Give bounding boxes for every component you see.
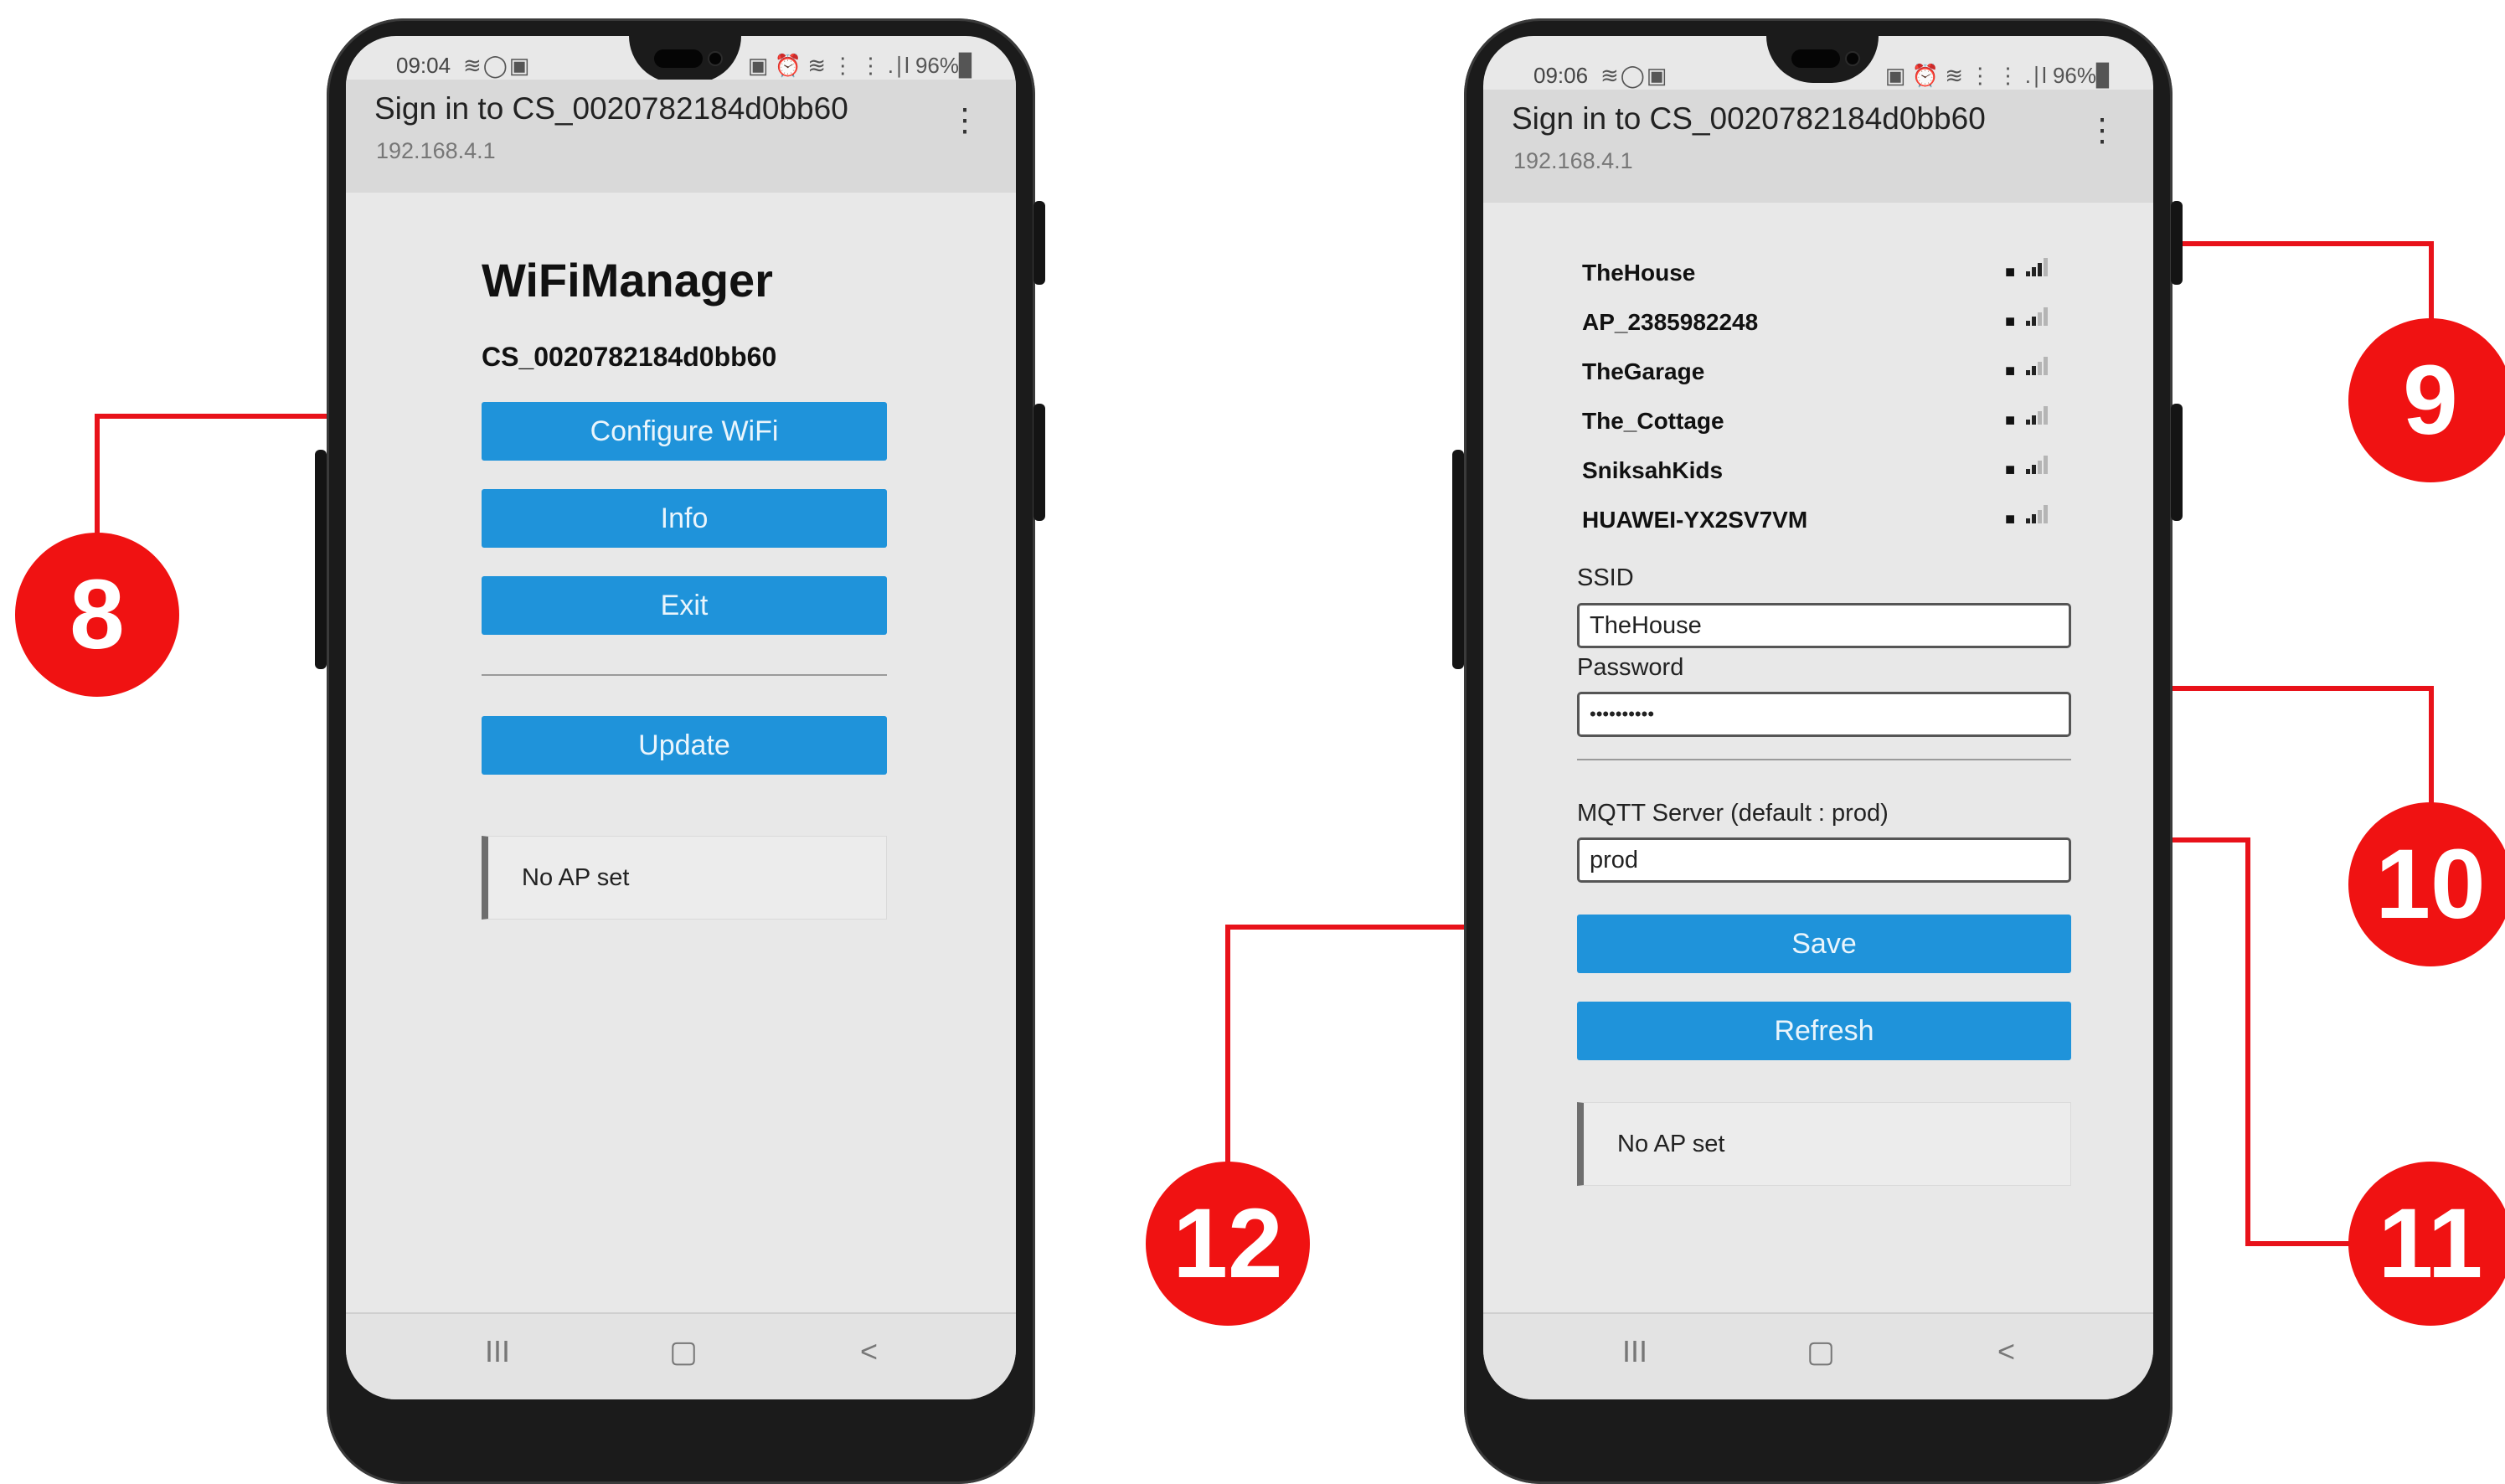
recents-icon[interactable]: III <box>1622 1334 1647 1369</box>
lock-icon: ■ <box>2005 362 2016 380</box>
callout-9: 9 <box>2348 318 2505 482</box>
network-name: SniksahKids <box>1582 457 1724 483</box>
mqtt-server-label: MQTT Server (default : prod) <box>1577 800 1889 827</box>
nav-bar: III ▢ < <box>1483 1312 2153 1399</box>
camera-icon <box>1847 53 1858 64</box>
network-item[interactable]: SniksahKids ■ <box>1582 454 2068 491</box>
network-item[interactable]: TheHouse ■ <box>1582 256 2068 293</box>
page-title: Sign in to CS_0020782184d0bb60 <box>1512 101 1986 136</box>
signal-strength-icon <box>2026 404 2051 430</box>
status-time: 09:06 <box>1533 63 1589 88</box>
save-button[interactable]: Save <box>1577 915 2071 973</box>
status-icons-left: ≋◯▣ <box>1600 63 1669 88</box>
recents-icon[interactable]: III <box>485 1334 510 1369</box>
status-message: No AP set <box>1577 1102 2071 1186</box>
lock-icon: ■ <box>2005 510 2016 528</box>
network-item[interactable]: TheGarage ■ <box>1582 355 2068 392</box>
exit-button[interactable]: Exit <box>482 576 887 635</box>
signal-strength-icon <box>2026 306 2051 331</box>
info-button[interactable]: Info <box>482 489 887 548</box>
status-icons-right: ▣ ⏰ ≋ ⋮ ⋮ .∣l 96%▊ <box>747 53 976 78</box>
lock-icon: ■ <box>2005 312 2016 331</box>
status-icons-right: ▣ ⏰ ≋ ⋮ ⋮ .∣l 96%▊ <box>1884 63 2113 88</box>
signal-strength-icon <box>2026 256 2051 281</box>
wifimanager-heading: WiFiManager <box>482 254 773 307</box>
back-icon[interactable]: < <box>1997 1334 2015 1369</box>
mqtt-server-input[interactable]: prod <box>1577 837 2071 883</box>
side-key <box>2171 201 2183 285</box>
refresh-button[interactable]: Refresh <box>1577 1002 2071 1060</box>
network-name: TheGarage <box>1582 358 1705 384</box>
divider <box>1577 759 2071 760</box>
left-phone: 09:04 ≋◯▣ ▣ ⏰ ≋ ⋮ ⋮ .∣l 96%▊ Sign in to … <box>315 18 1045 1484</box>
network-name: TheHouse <box>1582 260 1696 286</box>
signal-strength-icon <box>2026 503 2051 528</box>
volume-button <box>1452 450 1464 669</box>
callout-8: 8 <box>15 533 179 697</box>
callout-10: 10 <box>2348 802 2505 966</box>
home-icon[interactable]: ▢ <box>1807 1334 1835 1369</box>
right-screen: 09:06 ≋◯▣ ▣ ⏰ ≋ ⋮ ⋮ .∣l 96%▊ Sign in to … <box>1483 36 2153 1399</box>
overflow-menu-icon[interactable]: ⋮ <box>949 105 981 137</box>
ssid-input[interactable]: TheHouse <box>1577 603 2071 648</box>
network-item[interactable]: The_Cottage ■ <box>1582 404 2068 441</box>
network-item[interactable]: AP_2385982248 ■ <box>1582 306 2068 343</box>
status-message: No AP set <box>482 836 887 920</box>
camera-icon <box>709 53 721 64</box>
network-name: AP_2385982248 <box>1582 309 1759 335</box>
left-screen: 09:04 ≋◯▣ ▣ ⏰ ≋ ⋮ ⋮ .∣l 96%▊ Sign in to … <box>346 36 1016 1399</box>
power-button <box>1033 404 1045 521</box>
network-name: HUAWEI-YX2SV7VM <box>1582 507 1808 533</box>
overflow-menu-icon[interactable]: ⋮ <box>2086 115 2118 147</box>
back-icon[interactable]: < <box>860 1334 878 1369</box>
update-button[interactable]: Update <box>482 716 887 775</box>
status-icons-left: ≋◯▣ <box>463 53 532 78</box>
address-bar: Sign in to CS_0020782184d0bb60 192.168.4… <box>346 80 1016 193</box>
device-id: CS_0020782184d0bb60 <box>482 342 777 372</box>
volume-button <box>315 450 327 669</box>
speaker-grille <box>1791 49 1840 68</box>
ssid-label: SSID <box>1577 564 1634 591</box>
right-phone: 09:06 ≋◯▣ ▣ ⏰ ≋ ⋮ ⋮ .∣l 96%▊ Sign in to … <box>1452 18 2183 1484</box>
home-icon[interactable]: ▢ <box>669 1334 698 1369</box>
configure-wifi-button[interactable]: Configure WiFi <box>482 402 887 461</box>
page-url: 192.168.4.1 <box>376 138 496 163</box>
network-name: The_Cottage <box>1582 408 1724 434</box>
page-url: 192.168.4.1 <box>1513 148 1633 173</box>
password-input[interactable]: •••••••••• <box>1577 692 2071 737</box>
callout-12: 12 <box>1146 1162 1310 1326</box>
speaker-grille <box>654 49 703 68</box>
password-label: Password <box>1577 654 1684 681</box>
nav-bar: III ▢ < <box>346 1312 1016 1399</box>
lock-icon: ■ <box>2005 461 2016 479</box>
page-title: Sign in to CS_0020782184d0bb60 <box>374 91 848 126</box>
lock-icon: ■ <box>2005 263 2016 281</box>
divider <box>482 674 887 676</box>
address-bar: Sign in to CS_0020782184d0bb60 192.168.4… <box>1483 90 2153 203</box>
callout-11: 11 <box>2348 1162 2505 1326</box>
power-button <box>2171 404 2183 521</box>
signal-strength-icon <box>2026 355 2051 380</box>
status-time: 09:04 <box>396 53 451 78</box>
side-key <box>1033 201 1045 285</box>
lock-icon: ■ <box>2005 411 2016 430</box>
signal-strength-icon <box>2026 454 2051 479</box>
network-item[interactable]: HUAWEI-YX2SV7VM ■ <box>1582 503 2068 540</box>
